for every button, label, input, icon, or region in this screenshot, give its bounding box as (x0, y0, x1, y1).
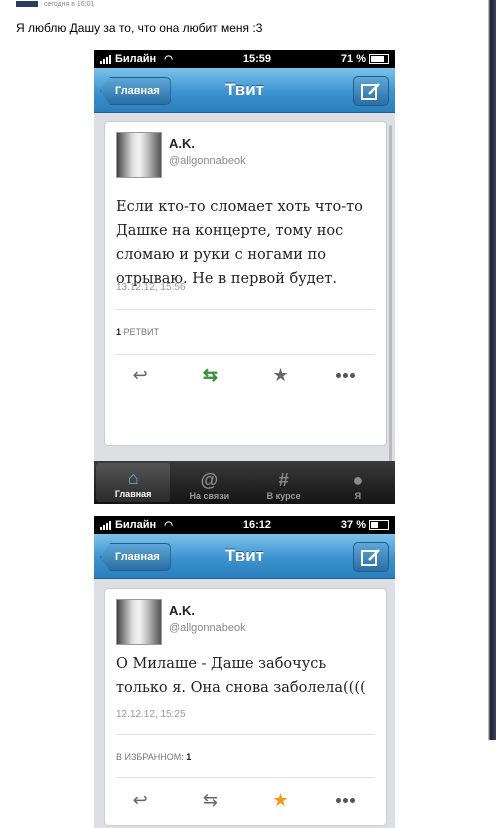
person-icon: ● (352, 470, 364, 490)
retweet-count-label: РЕТВИТ (123, 327, 160, 337)
nav-bar: Твит Главная (94, 534, 395, 579)
divider (116, 354, 375, 355)
tweet-date: 12.12.12, 15:25 (116, 709, 186, 720)
signal-icon (100, 54, 111, 64)
tweet-author-handle[interactable]: @allgonnabeok (169, 622, 246, 634)
post-timestamp: сегодня в 16:01 (44, 0, 95, 8)
tweet-actions: ↩ ⇆ ★ (105, 785, 386, 815)
back-button[interactable]: Главная (100, 77, 171, 105)
screenshot-2: Билайн ◠ 16:12 37 % Твит Главная A.K. @a… (94, 516, 395, 828)
hash-icon: # (278, 470, 289, 490)
compose-icon (361, 549, 380, 566)
scrollbar[interactable] (389, 125, 392, 470)
nav-bar: Твит Главная (94, 68, 395, 113)
clock: 15:59 (242, 53, 271, 65)
tweet-author-name[interactable]: A.K. (169, 136, 195, 151)
more-icon[interactable] (335, 372, 366, 378)
tab-me[interactable]: ● Я (321, 461, 395, 504)
battery-percent: 71 % (340, 53, 366, 65)
tweet-avatar[interactable] (116, 132, 162, 178)
status-bar: Билайн ◠ 15:59 71 % (94, 50, 395, 68)
author-avatar[interactable] (16, 1, 38, 7)
tab-bar: ⌂ Главная @ На связи # В курсе ● Я (94, 461, 395, 504)
tab-label: Главная (114, 489, 152, 499)
back-button[interactable]: Главная (100, 543, 171, 571)
page-edge (488, 0, 496, 740)
divider (116, 734, 375, 735)
compose-icon (361, 83, 380, 100)
retweet-icon[interactable]: ⇆ (195, 365, 225, 386)
post-header: сегодня в 16:01 (16, 0, 94, 8)
tweet-text: Если кто-то сломает хоть что-то Дашке на… (116, 199, 363, 287)
favorites-count-label: В ИЗБРАННОМ: (116, 752, 184, 762)
tab-discover[interactable]: # В курсе (247, 461, 321, 504)
divider (116, 309, 375, 310)
tweet-card: A.K. @allgonnabeok Если кто-то сломает х… (104, 121, 387, 446)
clock: 16:12 (242, 519, 271, 531)
home-icon: ⌂ (127, 468, 139, 488)
tweet-author-handle[interactable]: @allgonnabeok (169, 155, 246, 167)
status-bar: Билайн ◠ 16:12 37 % (94, 516, 395, 534)
wifi-icon: ◠ (164, 53, 173, 65)
carrier-name: Билайн (115, 519, 157, 531)
battery-percent: 37 % (340, 519, 366, 531)
tab-label: Я (354, 491, 362, 501)
post-text: Я люблю Дашу за то, что она любит меня :… (16, 21, 263, 35)
at-icon: @ (200, 470, 219, 490)
tweet-text: О Милаше - Даше забочусь только я. Она с… (116, 656, 366, 696)
retweet-icon[interactable]: ⇆ (195, 790, 225, 811)
compose-button[interactable] (353, 76, 389, 106)
tweet-card: A.K. @allgonnabeok О Милаше - Даше забоч… (104, 588, 387, 826)
tab-label: На связи (189, 491, 230, 501)
favorites-count-value: 1 (186, 752, 192, 762)
carrier-name: Билайн (115, 53, 157, 65)
tab-connect[interactable]: @ На связи (172, 461, 246, 504)
reply-icon[interactable]: ↩ (125, 790, 155, 811)
screenshot-1: Билайн ◠ 15:59 71 % Твит Главная A.K. @a… (94, 50, 395, 504)
tab-home[interactable]: ⌂ Главная (96, 463, 171, 502)
tweet-date: 13.12.12, 15:56 (116, 282, 186, 293)
divider (116, 777, 375, 778)
wifi-icon: ◠ (164, 519, 173, 531)
battery-icon (368, 520, 389, 530)
more-icon[interactable] (335, 797, 366, 803)
retweet-count-value: 1 (116, 327, 122, 337)
battery-icon (368, 54, 389, 64)
tab-label: В курсе (266, 491, 301, 501)
reply-icon[interactable]: ↩ (125, 365, 155, 386)
tweet-actions: ↩ ⇆ ★ (105, 360, 386, 390)
signal-icon (100, 520, 111, 530)
compose-button[interactable] (353, 542, 389, 572)
tweet-author-name[interactable]: A.K. (169, 603, 195, 618)
tweet-avatar[interactable] (116, 599, 162, 645)
retweet-count[interactable]: 1 РЕТВИТ (116, 327, 159, 337)
star-icon[interactable]: ★ (266, 790, 296, 811)
favorites-count[interactable]: В ИЗБРАННОМ: 1 (116, 752, 191, 762)
star-icon[interactable]: ★ (266, 365, 296, 386)
